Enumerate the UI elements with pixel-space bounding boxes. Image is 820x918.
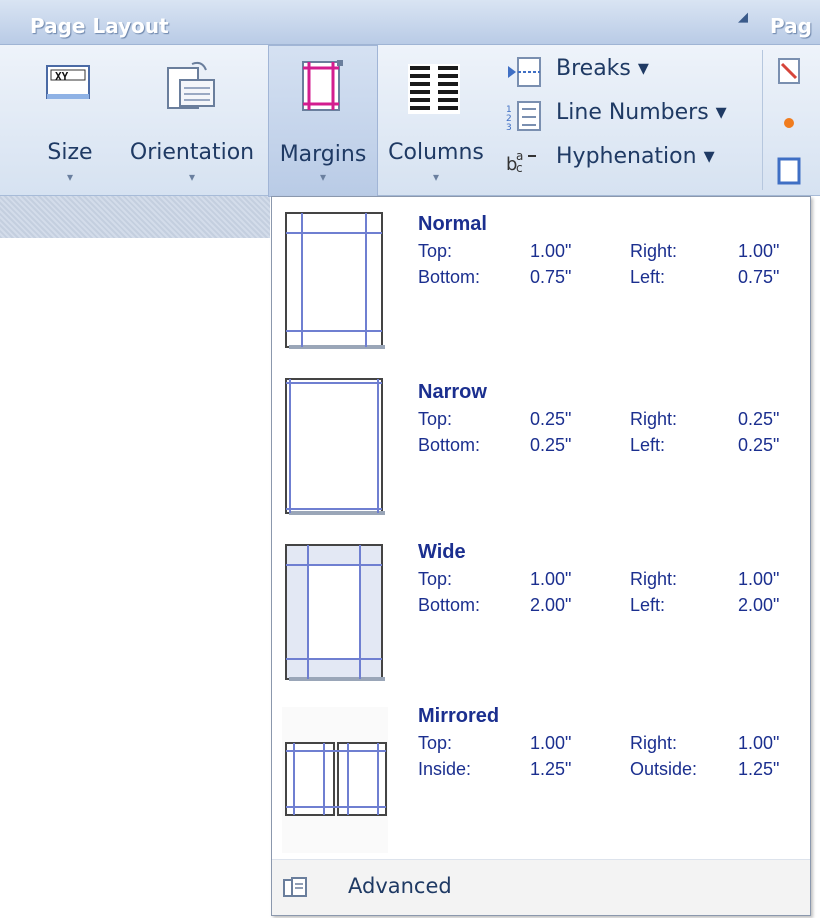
- option-name: Narrow: [418, 381, 487, 403]
- margin-option-wide[interactable]: Wide Top: 1.00" Right: 1.00" Bottom: 2.0…: [272, 533, 810, 701]
- group-separator: [762, 50, 763, 190]
- group-title-page-layout: Page Layout: [30, 14, 169, 38]
- option-label: Top:: [418, 569, 453, 589]
- option-label: Top:: [418, 241, 453, 261]
- option-row: Bottom: 0.25" Left: 0.25": [418, 435, 808, 459]
- margin-option-mirrored[interactable]: Mirrored Top: 1.00" Right: 1.00" Inside:…: [272, 701, 810, 869]
- option-value: 1.00": [530, 733, 572, 753]
- page-borders-icon[interactable]: [776, 156, 804, 186]
- page-color-icon[interactable]: [776, 108, 804, 138]
- mirrored-margins-thumbnail: [282, 707, 388, 853]
- columns-icon: [408, 64, 460, 114]
- margin-option-narrow[interactable]: Narrow Top: 0.25" Right: 0.25" Bottom: 0…: [272, 365, 810, 533]
- option-label: Bottom:: [418, 595, 481, 615]
- svg-text:XY: XY: [55, 70, 69, 83]
- hyphenation-label: Hyphenation ▾: [556, 144, 715, 169]
- wide-margins-thumbnail: [285, 544, 385, 681]
- columns-label: Columns: [388, 140, 484, 165]
- chevron-down-icon: ▾: [432, 170, 440, 184]
- watermark-icon[interactable]: [776, 56, 804, 86]
- chevron-down-icon: ▾: [319, 170, 327, 184]
- option-label: Outside:: [630, 759, 698, 779]
- option-label: Inside:: [418, 759, 472, 779]
- option-row: Top: 1.00" Right: 1.00": [418, 733, 808, 757]
- ribbon-group-header: Page Layout ◢ Pag: [0, 0, 820, 45]
- line-numbers-button[interactable]: 1 2 3 Line Numbers ▾: [504, 96, 744, 140]
- option-row: Top: 1.00" Right: 1.00": [418, 569, 808, 593]
- option-name: Normal: [418, 213, 487, 235]
- margins-icon: [302, 60, 343, 111]
- option-value: 0.75": [530, 267, 572, 287]
- columns-button[interactable]: Columns ▾: [386, 52, 486, 188]
- option-row: Bottom: 0.75" Left: 0.75": [418, 267, 808, 291]
- option-row: Top: 1.00" Right: 1.00": [418, 241, 808, 265]
- breaks-label: Breaks ▾: [556, 56, 649, 81]
- option-label: Left:: [630, 267, 666, 287]
- option-label: Top:: [418, 409, 453, 429]
- chevron-down-icon: ▾: [66, 170, 74, 184]
- page-setup-icon: [283, 877, 307, 897]
- svg-text:c: c: [516, 161, 523, 175]
- option-name: Mirrored: [418, 705, 500, 727]
- option-label: Right:: [630, 569, 678, 589]
- line-numbers-icon: 1 2 3: [506, 101, 541, 132]
- option-value: 2.00": [738, 595, 780, 615]
- option-value: 1.25": [530, 759, 572, 779]
- option-label: Right:: [630, 409, 678, 429]
- narrow-margins-thumbnail: [285, 378, 385, 515]
- orientation-icon: [167, 61, 215, 109]
- advanced-button[interactable]: Advanced: [272, 860, 810, 915]
- page-size-icon: XY: [46, 65, 90, 99]
- option-row: Inside: 1.25" Outside: 1.25": [418, 759, 808, 783]
- option-value: 0.75": [738, 267, 780, 287]
- option-label: Right:: [630, 241, 678, 261]
- option-value: 0.25": [738, 435, 780, 455]
- option-value: 0.25": [530, 409, 572, 429]
- option-value: 1.00": [738, 733, 780, 753]
- option-value: 2.00": [530, 595, 572, 615]
- option-label: Left:: [630, 595, 666, 615]
- option-value: 1.00": [738, 241, 780, 261]
- chevron-down-icon: ▾: [188, 170, 196, 184]
- breaks-button[interactable]: Breaks ▾: [504, 52, 744, 96]
- orientation-label: Orientation: [129, 140, 255, 165]
- margins-dropdown-menu: Normal Top: 1.00" Right: 1.00" Bottom: 0…: [271, 196, 811, 916]
- option-label: Bottom:: [418, 267, 481, 287]
- group-title-next-partial: Pag: [770, 14, 812, 38]
- breaks-icon: [508, 57, 541, 87]
- hyphenation-button[interactable]: b a c Hyphenation ▾: [504, 140, 744, 184]
- option-value: 0.25": [738, 409, 780, 429]
- margins-label: Margins: [279, 142, 367, 167]
- page-setup-small-buttons: Breaks ▾ 1 2 3 Line Numbers ▾ b a c Hyph…: [504, 52, 744, 184]
- option-row: Bottom: 2.00" Left: 2.00": [418, 595, 808, 619]
- option-name: Wide: [418, 541, 466, 563]
- normal-margins-thumbnail: [285, 212, 385, 349]
- advanced-label: Advanced: [348, 874, 452, 898]
- option-value: 1.00": [530, 569, 572, 589]
- option-value: 1.00": [530, 241, 572, 261]
- ribbon-footer-strip: [0, 196, 270, 238]
- margin-option-normal[interactable]: Normal Top: 1.00" Right: 1.00" Bottom: 0…: [272, 197, 810, 365]
- option-label: Top:: [418, 733, 453, 753]
- size-label: Size: [47, 140, 93, 165]
- option-label: Right:: [630, 733, 678, 753]
- orientation-button[interactable]: Orientation ▾: [126, 52, 258, 188]
- svg-text:3: 3: [506, 123, 512, 132]
- option-value: 1.00": [738, 569, 780, 589]
- hyphenation-icon: b a c: [506, 149, 536, 175]
- option-label: Bottom:: [418, 435, 481, 455]
- option-row: Top: 0.25" Right: 0.25": [418, 409, 808, 433]
- option-value: 1.25": [738, 759, 780, 779]
- option-value: 0.25": [530, 435, 572, 455]
- option-label: Left:: [630, 435, 666, 455]
- dialog-launcher-icon[interactable]: ◢: [735, 10, 751, 26]
- margins-button[interactable]: Margins ▾: [268, 45, 378, 197]
- line-numbers-label: Line Numbers ▾: [556, 100, 727, 125]
- size-button[interactable]: XY Size ▾: [40, 52, 100, 188]
